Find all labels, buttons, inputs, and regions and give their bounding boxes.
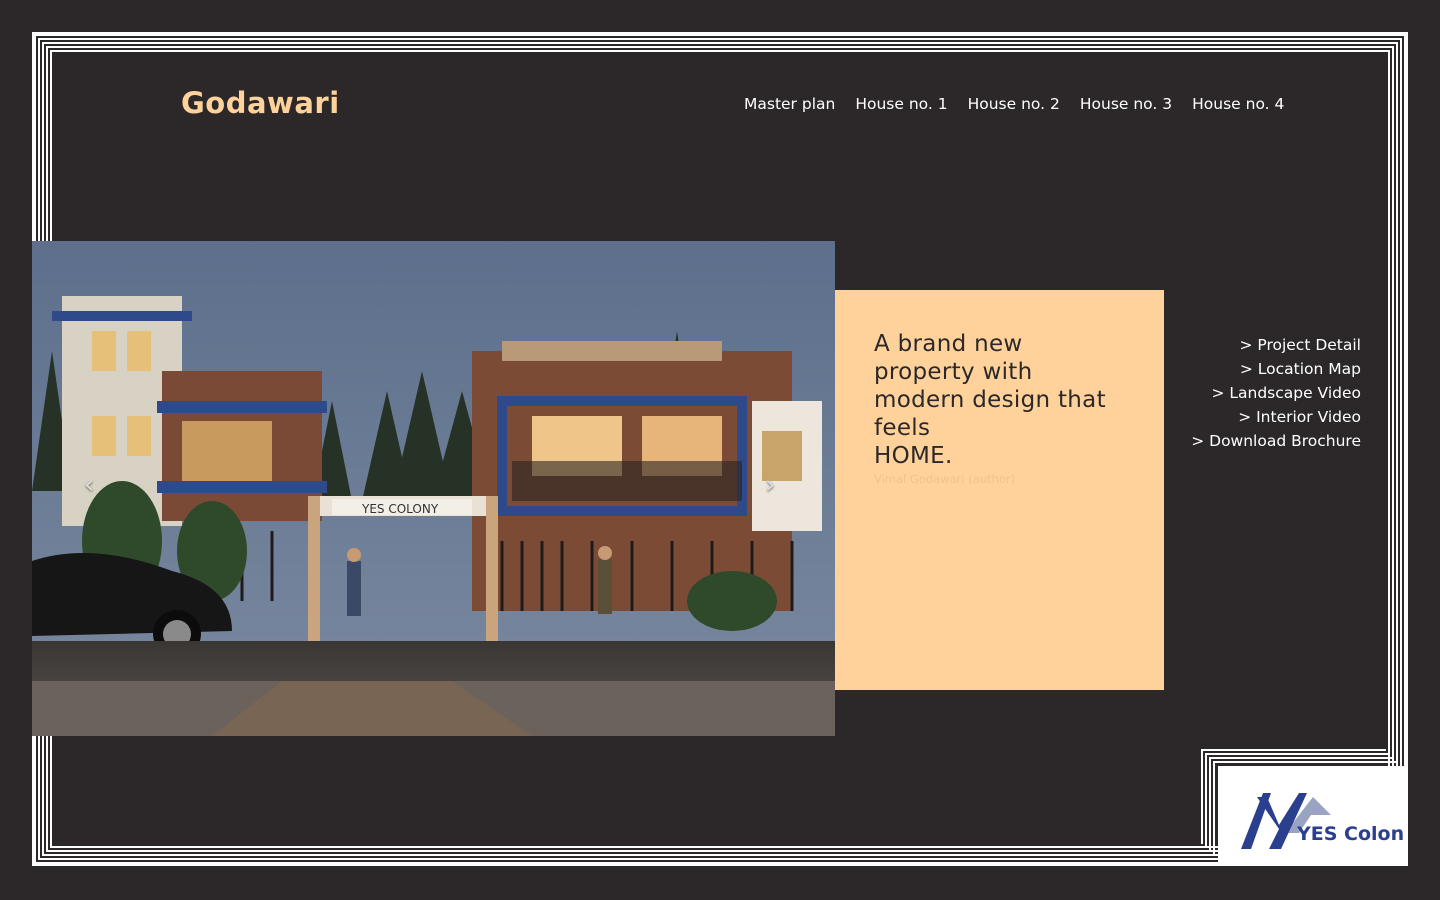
nav-master-plan[interactable]: Master plan: [744, 95, 835, 113]
tagline-home: HOME.: [874, 443, 953, 469]
carousel-next-button[interactable]: ›: [765, 470, 775, 500]
link-interior-video[interactable]: > Interior Video: [1191, 405, 1361, 429]
logo-mark-icon: YES Colony: [1241, 793, 1417, 849]
link-landscape-video[interactable]: > Landscape Video: [1191, 381, 1361, 405]
nav-house-4[interactable]: House no. 4: [1192, 95, 1284, 113]
main-nav: Master plan House no. 1 House no. 2 Hous…: [744, 95, 1284, 113]
side-links: > Project Detail > Location Map > Landsc…: [1191, 333, 1361, 453]
page: Godawari Master plan House no. 1 House n…: [0, 0, 1440, 900]
yes-colony-logo[interactable]: YES Colony: [1223, 775, 1417, 861]
link-location-map[interactable]: > Location Map: [1191, 357, 1361, 381]
tagline: A brand new property with modern design …: [874, 330, 1124, 470]
link-download-brochure[interactable]: > Download Brochure: [1191, 429, 1361, 453]
nav-house-2[interactable]: House no. 2: [968, 95, 1060, 113]
tagline-text: A brand new property with modern design …: [874, 331, 1106, 441]
nav-house-1[interactable]: House no. 1: [855, 95, 947, 113]
carousel-prev-button[interactable]: ‹: [84, 470, 94, 500]
image-carousel[interactable]: YES COLONY: [32, 241, 835, 736]
nav-house-3[interactable]: House no. 3: [1080, 95, 1172, 113]
intro-card: A brand new property with modern design …: [835, 290, 1164, 690]
logo-text: YES Colony: [1296, 823, 1403, 845]
gate-sign-text: YES COLONY: [361, 502, 439, 516]
link-project-detail[interactable]: > Project Detail: [1191, 333, 1361, 357]
site-title[interactable]: Godawari: [181, 86, 340, 120]
house-rendering-image: YES COLONY: [32, 241, 835, 736]
author-credit: Vimal Godawari (author): [874, 472, 1016, 486]
